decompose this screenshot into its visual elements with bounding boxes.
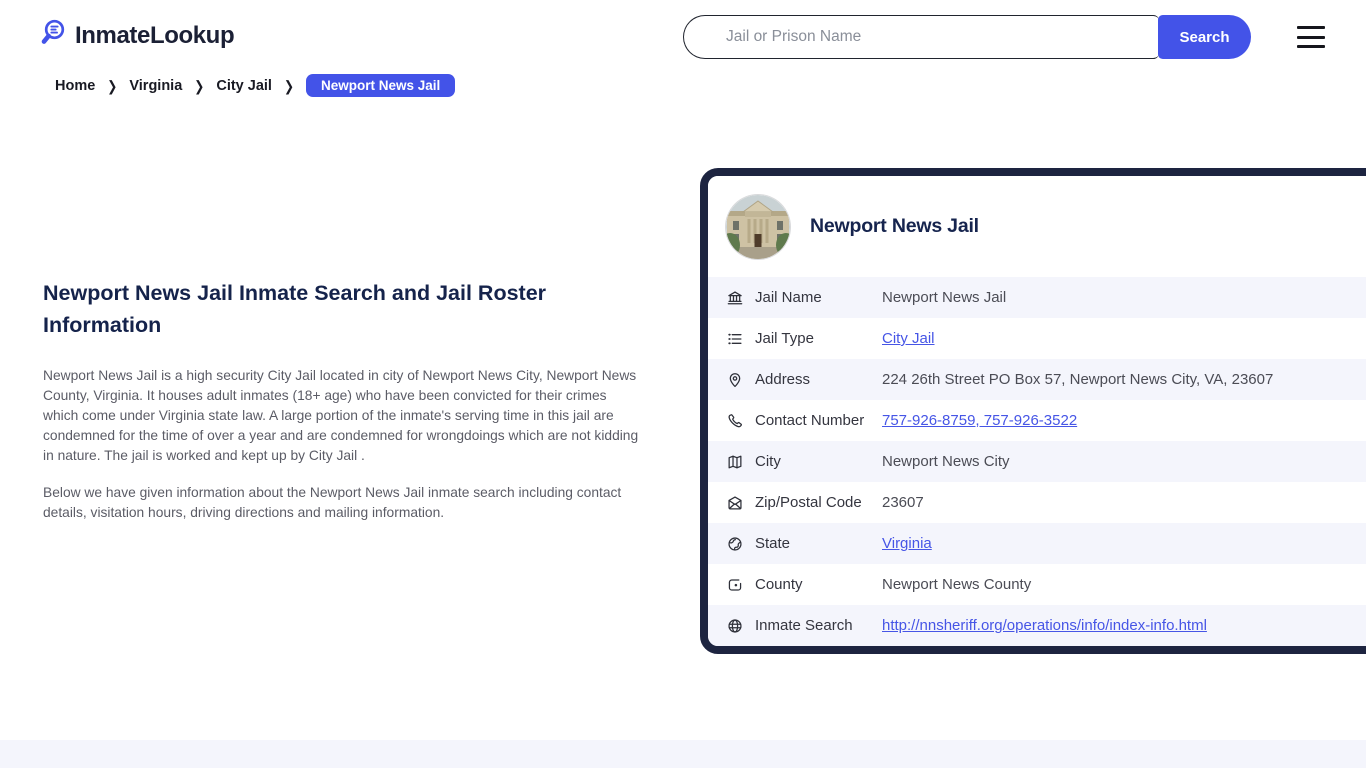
chevron-right-icon: ❯: [107, 77, 118, 94]
jail-info-card: Newport News Jail Jail Name Newport News…: [700, 168, 1366, 654]
table-row: County Newport News County: [708, 564, 1366, 605]
brand-name: InmateLookup: [75, 21, 235, 49]
jail-details-table: Jail Name Newport News Jail Jail Type Ci…: [708, 277, 1366, 646]
jail-photo: [726, 194, 790, 259]
magnifier-logo-icon: [38, 18, 68, 53]
intro-paragraph: Newport News Jail is a high security Cit…: [43, 367, 639, 464]
article: Newport News Jail Inmate Search and Jail…: [43, 277, 647, 523]
footer-strip: [0, 740, 1366, 768]
breadcrumb-virginia[interactable]: Virginia: [129, 78, 182, 94]
search-bar: Search: [683, 15, 1251, 59]
row-label: Inmate Search: [755, 617, 853, 634]
row-value: Newport News City: [882, 453, 1010, 470]
row-label: City: [755, 453, 781, 470]
row-value: 224 26th Street PO Box 57, Newport News …: [882, 371, 1274, 388]
flag-icon: [726, 576, 744, 594]
row-value: 23607: [882, 494, 924, 511]
globe-icon: [726, 535, 744, 553]
row-value-link[interactable]: http://nnsheriff.org/operations/info/ind…: [882, 617, 1207, 634]
hamburger-menu-icon[interactable]: [1297, 26, 1325, 48]
table-row: Inmate Search http://nnsheriff.org/opera…: [708, 605, 1366, 646]
web-icon: [726, 617, 744, 635]
secondary-paragraph: Below we have given information about th…: [43, 485, 622, 521]
jail-card-title: Newport News Jail: [810, 215, 979, 237]
brand-logo[interactable]: InmateLookup: [38, 18, 235, 53]
location-pin-icon: [726, 371, 744, 389]
row-label: Jail Name: [755, 289, 822, 306]
table-row: Jail Name Newport News Jail: [708, 277, 1366, 318]
row-value: Newport News County: [882, 576, 1032, 593]
page: InmateLookup Search Home ❯ Virginia ❯ Ci…: [0, 0, 1366, 768]
row-value-link[interactable]: Virginia: [882, 535, 932, 552]
search-button[interactable]: Search: [1158, 15, 1251, 59]
row-value: Newport News Jail: [882, 289, 1007, 306]
row-label: State: [755, 535, 791, 552]
row-label: Zip/Postal Code: [755, 494, 862, 511]
breadcrumb: Home ❯ Virginia ❯ City Jail ❯ Newport Ne…: [55, 74, 456, 97]
breadcrumb-home[interactable]: Home: [55, 78, 95, 94]
table-row: City Newport News City: [708, 441, 1366, 482]
table-row: Address 224 26th Street PO Box 57, Newpo…: [708, 359, 1366, 400]
row-label: County: [755, 576, 803, 593]
chevron-right-icon: ❯: [283, 77, 295, 94]
envelope-icon: [726, 494, 744, 512]
breadcrumb-city-jail[interactable]: City Jail: [216, 78, 272, 94]
row-value-link[interactable]: 757-926-8759, 757-926-3522: [882, 412, 1077, 429]
row-label: Jail Type: [755, 330, 814, 347]
bank-icon: [726, 289, 744, 307]
table-row: Jail Type City Jail: [708, 318, 1366, 359]
row-value-link[interactable]: City Jail: [882, 330, 935, 347]
list-icon: [726, 330, 744, 348]
table-row: Contact Number 757-926-8759, 757-926-352…: [708, 400, 1366, 441]
chevron-right-icon: ❯: [194, 77, 205, 94]
phone-icon: [726, 412, 744, 430]
table-row: Zip/Postal Code 23607: [708, 482, 1366, 523]
page-title: Newport News Jail Inmate Search and Jail…: [43, 281, 547, 338]
row-label: Address: [755, 371, 811, 388]
table-row: State Virginia: [708, 523, 1366, 564]
breadcrumb-current-badge: Newport News Jail: [306, 74, 456, 97]
map-icon: [726, 453, 744, 471]
row-label: Contact Number: [755, 412, 865, 429]
jail-card-header: Newport News Jail: [708, 176, 1366, 277]
search-input[interactable]: [683, 15, 1159, 59]
